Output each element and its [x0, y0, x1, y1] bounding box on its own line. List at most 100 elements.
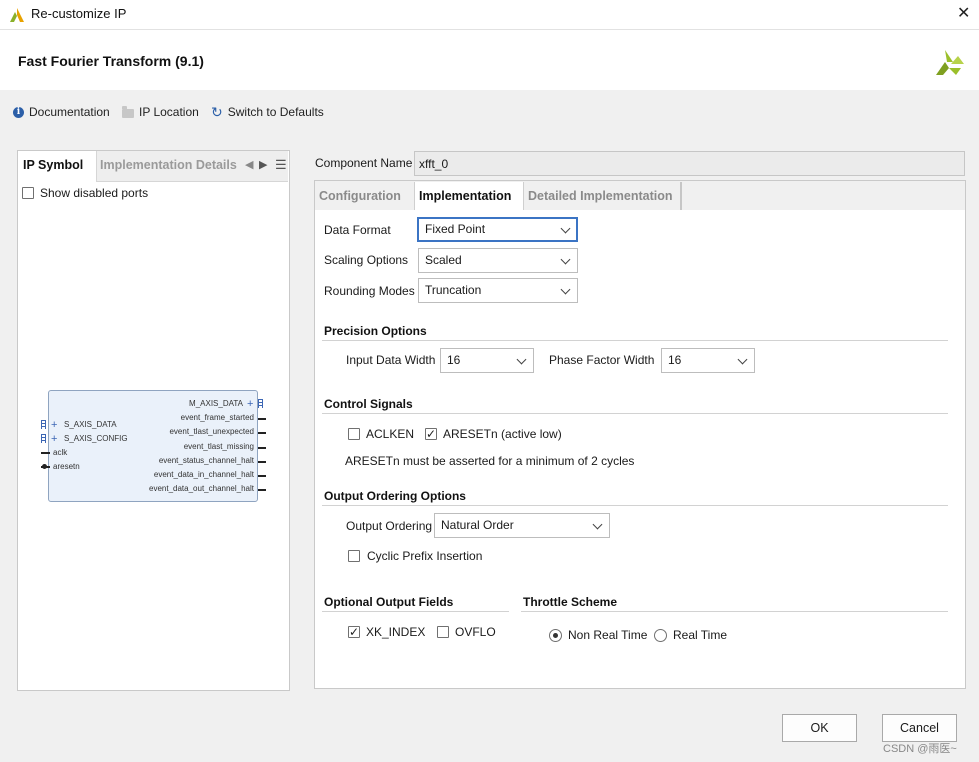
tab-detailed-implementation[interactable]: Detailed Implementation: [524, 182, 682, 210]
switch-defaults-label: Switch to Defaults: [227, 105, 324, 119]
ip-location-button[interactable]: IP Location: [122, 103, 199, 121]
scaling-options-label: Scaling Options: [324, 253, 409, 267]
rounding-modes-label: Rounding Modes: [324, 284, 415, 298]
data-format-value: Fixed Point: [425, 222, 486, 236]
optional-output-fields-heading: Optional Output Fields: [324, 595, 454, 609]
cyclic-prefix-checkbox[interactable]: [348, 550, 360, 562]
component-name-field[interactable]: xfft_0: [414, 151, 965, 176]
section-divider: [322, 340, 948, 341]
section-divider: [322, 505, 948, 506]
port-s-axis-data: S_AXIS_DATA: [64, 420, 117, 429]
section-divider: [322, 413, 948, 414]
chevron-down-icon: [560, 284, 571, 295]
port-line: [258, 461, 266, 463]
ovflo-checkbox[interactable]: [437, 626, 449, 638]
aclken-label: ACLKEN: [366, 427, 415, 441]
xk-index-checkbox[interactable]: [348, 626, 360, 638]
aresetn-checkbox[interactable]: [425, 428, 437, 440]
control-signals-heading: Control Signals: [324, 397, 413, 411]
bus-port-icon: [41, 420, 46, 429]
data-format-select[interactable]: Fixed Point: [417, 217, 578, 242]
aclken-checkbox[interactable]: [348, 428, 360, 440]
port-line: [41, 452, 50, 454]
port-line: [258, 489, 266, 491]
port-line: [258, 475, 266, 477]
chevron-down-icon: [737, 354, 748, 365]
tab-scroll-left-icon[interactable]: ◀: [245, 158, 253, 171]
port-line: [258, 432, 266, 434]
cyclic-prefix-label: Cyclic Prefix Insertion: [367, 549, 483, 563]
input-data-width-label: Input Data Width: [346, 353, 436, 367]
folder-icon: [122, 105, 134, 118]
tab-configuration[interactable]: Configuration: [315, 182, 413, 210]
data-format-label: Data Format: [324, 223, 391, 237]
show-disabled-ports-label: Show disabled ports: [40, 186, 149, 200]
phase-factor-width-value: 16: [668, 353, 682, 367]
tab-ip-symbol[interactable]: IP Symbol: [23, 158, 83, 172]
watermark: CSDN @雨医~: [883, 743, 957, 755]
component-name-label: Component Name: [315, 156, 413, 170]
dialog-header: Fast Fourier Transform (9.1): [0, 30, 979, 90]
output-ordering-label: Output Ordering: [346, 519, 433, 533]
tab-implementation-details[interactable]: Implementation Details: [100, 158, 237, 172]
xk-index-label: XK_INDEX: [366, 625, 426, 639]
output-ordering-heading: Output Ordering Options: [324, 489, 466, 503]
chevron-down-icon: [560, 223, 571, 234]
port-event-tlast-missing: event_tlast_missing: [183, 442, 254, 451]
section-divider: [322, 611, 509, 612]
documentation-label: Documentation: [29, 105, 110, 119]
port-event-data-out-channel-halt: event_data_out_channel_halt: [149, 484, 254, 493]
real-time-label: Real Time: [673, 628, 728, 642]
title-bar: Re-customize IP ✕: [0, 0, 979, 30]
window-title: Re-customize IP: [31, 6, 127, 21]
throttle-scheme-heading: Throttle Scheme: [523, 595, 618, 609]
bus-port-icon: [258, 399, 263, 408]
xilinx-brand-icon: [936, 50, 964, 75]
ok-button[interactable]: OK: [782, 714, 857, 742]
switch-defaults-button[interactable]: ↻ Switch to Defaults: [211, 103, 324, 121]
rounding-modes-value: Truncation: [425, 283, 482, 297]
port-event-tlast-unexpected: event_tlast_unexpected: [169, 427, 254, 436]
chevron-down-icon: [592, 519, 603, 530]
expand-plus-icon[interactable]: +: [51, 434, 57, 445]
real-time-radio[interactable]: [654, 629, 667, 642]
section-divider: [521, 611, 948, 612]
input-data-width-select[interactable]: 16: [440, 348, 534, 373]
aresetn-note: ARESETn must be asserted for a minimum o…: [345, 454, 635, 468]
ip-title: Fast Fourier Transform (9.1): [18, 53, 204, 69]
tab-menu-icon[interactable]: ☰: [275, 157, 287, 173]
port-line: [258, 418, 266, 420]
scaling-options-select[interactable]: Scaled: [418, 248, 578, 273]
phase-factor-width-label: Phase Factor Width: [549, 353, 655, 367]
port-aresetn: aresetn: [53, 462, 80, 471]
bus-port-icon: [41, 434, 46, 443]
info-icon: i: [13, 106, 24, 118]
output-ordering-value: Natural Order: [441, 518, 514, 532]
xilinx-logo-icon: [10, 8, 24, 22]
show-disabled-ports-checkbox[interactable]: [22, 187, 34, 199]
chevron-down-icon: [560, 254, 571, 265]
precision-options-heading: Precision Options: [324, 324, 427, 338]
non-real-time-radio[interactable]: [549, 629, 562, 642]
port-event-data-in-channel-halt: event_data_in_channel_halt: [153, 470, 254, 479]
chevron-down-icon: [516, 354, 527, 365]
ovflo-label: OVFLO: [455, 625, 496, 639]
expand-plus-icon[interactable]: +: [51, 420, 57, 431]
non-real-time-label: Non Real Time: [568, 628, 648, 642]
active-low-bubble-icon: [42, 464, 47, 469]
expand-plus-icon[interactable]: +: [247, 399, 253, 410]
tab-scroll-right-icon[interactable]: ▶: [259, 158, 267, 171]
port-s-axis-config: S_AXIS_CONFIG: [64, 434, 128, 443]
output-ordering-select[interactable]: Natural Order: [434, 513, 610, 538]
phase-factor-width-select[interactable]: 16: [661, 348, 755, 373]
documentation-button[interactable]: i Documentation: [13, 103, 110, 121]
refresh-icon: ↻: [211, 104, 223, 120]
rounding-modes-select[interactable]: Truncation: [418, 278, 578, 303]
cancel-button[interactable]: Cancel: [882, 714, 957, 742]
port-event-frame-started: event_frame_started: [180, 413, 254, 422]
close-icon[interactable]: ✕: [957, 3, 970, 23]
tab-implementation[interactable]: Implementation: [414, 182, 524, 210]
aresetn-label: ARESETn (active low): [443, 427, 562, 441]
port-aclk: aclk: [53, 448, 68, 457]
ip-location-label: IP Location: [139, 105, 199, 119]
